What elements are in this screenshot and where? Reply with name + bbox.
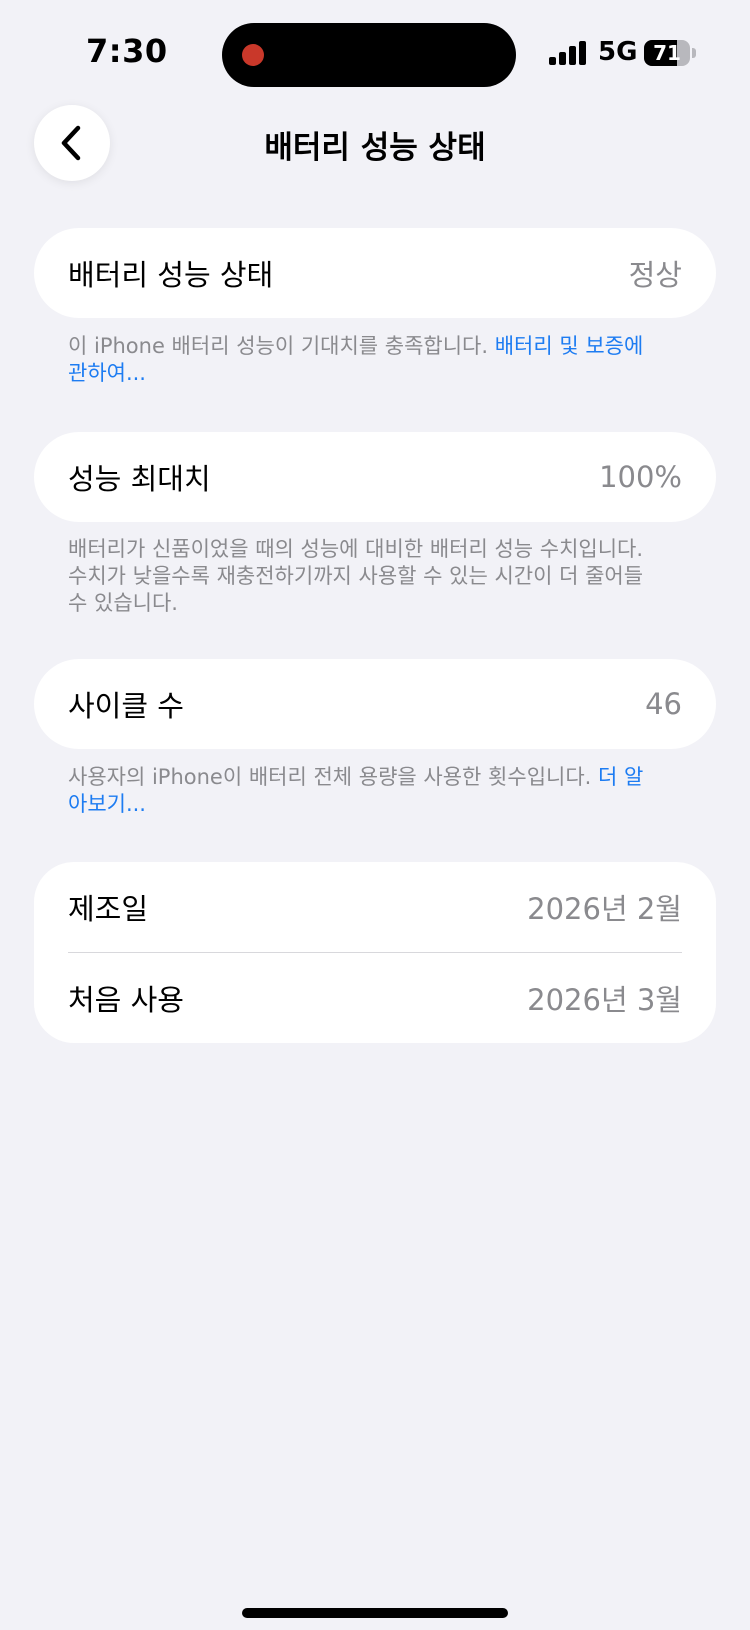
max-capacity-value: 100% [599, 460, 682, 494]
cycle-count-footnote: 사용자의 iPhone이 배터리 전체 용량을 사용한 횟수입니다. 더 알아보… [68, 764, 648, 818]
screen: 7:30 5G 71 배터리 성능 상태 배터리 성능 상태 정상 이 iPho… [0, 0, 750, 1630]
first-use-row: 처음 사용 2026년 3월 [34, 953, 716, 1043]
cycle-count-value: 46 [645, 687, 682, 721]
cycle-count-footnote-text: 사용자의 iPhone이 배터리 전체 용량을 사용한 횟수입니다. [68, 765, 599, 789]
page-title: 배터리 성능 상태 [264, 130, 486, 166]
max-capacity-label: 성능 최대치 [68, 462, 211, 496]
battery-health-value: 정상 [628, 258, 682, 292]
cycle-count-label: 사이클 수 [68, 689, 184, 723]
network-type: 5G [598, 37, 638, 67]
battery-level: 71 [653, 41, 681, 65]
first-use-label: 처음 사용 [68, 983, 184, 1017]
cellular-signal-icon [549, 41, 586, 65]
max-capacity-row: 성능 최대치 100% [34, 432, 716, 522]
battery-health-label: 배터리 성능 상태 [68, 258, 274, 292]
recording-dot-icon [242, 44, 264, 66]
status-time: 7:30 [86, 32, 168, 70]
max-capacity-footnote: 배터리가 신품이었을 때의 성능에 대비한 배터리 성능 수치입니다. 수치가 … [68, 537, 644, 615]
home-indicator[interactable] [242, 1608, 508, 1618]
dates-card: 제조일 2026년 2월 처음 사용 2026년 3월 [34, 862, 716, 1043]
battery-health-footnote: 이 iPhone 배터리 성능이 기대치를 충족합니다. 배터리 및 보증에 관… [68, 333, 648, 387]
battery-health-footnote-text: 이 iPhone 배터리 성능이 기대치를 충족합니다. [68, 334, 495, 358]
manufacture-date-value: 2026년 2월 [527, 892, 682, 926]
first-use-value: 2026년 3월 [527, 983, 682, 1017]
manufacture-date-label: 제조일 [68, 892, 149, 926]
battery-icon: 71 [644, 40, 696, 66]
battery-health-row[interactable]: 배터리 성능 상태 정상 [34, 228, 716, 318]
cycle-count-row: 사이클 수 46 [34, 659, 716, 749]
manufacture-date-row: 제조일 2026년 2월 [34, 862, 716, 952]
dynamic-island [222, 23, 516, 87]
